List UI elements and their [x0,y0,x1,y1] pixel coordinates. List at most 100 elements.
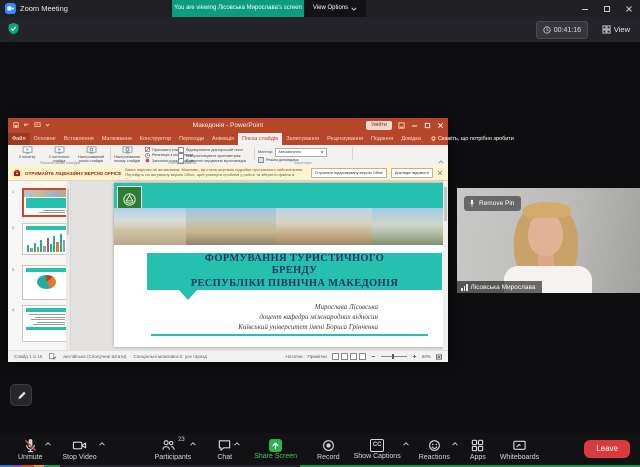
apps-button[interactable]: Apps [470,438,486,461]
rehearse-icon [145,153,150,158]
encryption-shield-icon[interactable] [7,22,20,36]
viewing-screen-banner: You are viewing Лісовська Мирослава's sc… [172,0,304,17]
thumbnail-scrollbar[interactable] [66,181,70,350]
author-name: Мирослава Лісовська [238,302,378,312]
ribbon-slideshow: З початку З поточного слайда Настроювани… [8,145,448,167]
participants-options-caret[interactable] [189,441,197,447]
reactions-button[interactable]: Reactions [419,438,450,461]
tab-home[interactable]: Основне [30,133,60,145]
ribbon-display-options-icon[interactable] [398,122,405,129]
campus-photo [114,208,186,245]
slide-thumbnail-4[interactable] [22,305,70,342]
leave-button[interactable]: Leave [584,440,630,458]
tab-review[interactable]: Рецензування [323,133,367,145]
fit-slide-icon[interactable] [436,354,442,360]
stop-video-button[interactable]: Stop Video [63,438,97,461]
zoom-slider[interactable] [381,356,407,357]
apps-icon [470,438,485,453]
accessibility-status[interactable]: Спеціальні можливості: усе гаразд [133,354,207,359]
view-mode-buttons[interactable] [332,353,366,360]
close-icon[interactable] [618,0,640,17]
participants-button[interactable]: 23 Participants [155,438,192,461]
captions-options-caret[interactable] [402,441,410,447]
meeting-info-bar: 00:41:16 View [0,17,640,42]
chat-icon [217,438,232,453]
comments-button[interactable]: Примітки [308,354,327,359]
zoom-toolbar: Unmute Stop Video 23 Participants Chat S… [0,433,640,465]
get-genuine-office-button[interactable]: Отримати підтримувану версію Office [311,168,387,178]
quick-access-toolbar[interactable] [13,122,50,128]
lightbulb-icon [431,136,436,142]
learn-more-button[interactable]: Докладні відомості [391,168,433,178]
view-layout-button[interactable]: View [598,21,634,37]
tab-insert[interactable]: Вставлення [60,133,98,145]
chat-options-caret[interactable] [233,441,241,447]
collapse-ribbon-icon[interactable] [438,160,444,164]
mini-pie-chart [37,275,56,289]
dismiss-warning-icon[interactable] [437,170,443,176]
canvas-scrollbar[interactable] [443,181,448,350]
slide-counter: Слайд 1 із 15 [14,354,42,359]
share-screen-icon [269,439,282,452]
whiteboards-button[interactable]: Whiteboards [500,438,539,461]
record-button[interactable]: Record [317,438,340,461]
tab-transitions[interactable]: Переходи [175,133,208,145]
unmute-button[interactable]: Unmute [18,438,43,461]
tell-me-box[interactable]: Скажіть, що потрібно зробити [431,133,514,145]
unmute-options-caret[interactable] [44,441,52,447]
sign-in-button[interactable]: Увійти [366,121,392,130]
tab-recording[interactable]: Записування [282,133,323,145]
share-screen-button[interactable]: Share Screen [254,438,297,460]
slide-thumbnail-3[interactable] [22,265,70,300]
show-captions-button[interactable]: CC Show Captions [354,438,401,460]
tab-animations[interactable]: Анімація [208,133,238,145]
tab-view[interactable]: Подання [367,133,397,145]
hide-slide-icon [145,147,150,152]
monitor-dropdown[interactable]: Автоматично [275,148,327,157]
tab-file[interactable]: Файл [8,133,30,145]
group-label-start: Почати показ слайдів [12,160,108,165]
slide-author-block: Мирослава Лісовська доцент кафедри міжна… [238,302,378,332]
remove-pin-button[interactable]: Remove Pin [464,196,521,211]
slide-title-line: БРЕНДУ [272,265,317,277]
maximize-icon[interactable] [596,0,618,17]
tab-draw[interactable]: Малювання [98,133,136,145]
pencil-icon [16,390,27,401]
participants-icon [161,438,176,453]
notes-button[interactable]: Нотатки [286,354,303,359]
participant-name-tag: Лісовська Мирослава [457,281,542,293]
slide-title-block: ФОРМУВАННЯ ТУРИСТИЧНОГО БРЕНДУ РЕСПУБЛІК… [147,253,442,290]
thumb-number: 2 [12,225,14,230]
tab-help[interactable]: Довідка [397,133,425,145]
slide-thumbnail-2[interactable] [22,223,70,255]
video-options-caret[interactable] [98,441,106,447]
ppt-minimize-icon[interactable] [411,122,418,129]
warning-text: Ваша ліцензія не активована. Можливо, ви… [125,167,307,179]
ppt-titlebar: Македонія - PowerPoint Увійти [8,118,448,132]
mic-muted-icon [23,438,38,453]
zoom-in-icon[interactable] [412,354,417,359]
whiteboard-icon [512,438,527,453]
view-options-button[interactable]: View Options [304,0,366,17]
zoom-percentage[interactable]: 60% [422,354,431,359]
reactions-options-caret[interactable] [451,441,459,447]
tab-design[interactable]: Конструктор [136,133,175,145]
zoom-out-icon[interactable] [371,354,376,359]
zoom-logo-icon [5,3,16,14]
slide-thumbnail-1[interactable] [22,188,70,217]
office-license-warning-bar: ОТРИМАЙТЕ ЛІЦЕНЗІЙНУ ВЕРСІЮ OFFICE Ваша … [8,166,448,181]
thumb-number: 3 [12,267,14,272]
undo-icon [23,122,30,128]
tab-slideshow-active[interactable]: Показ слайдів [238,133,282,145]
from-beginning-button[interactable]: З початку [12,146,42,159]
qat-dropdown-icon [45,123,50,127]
thumb-number: 1 [12,189,14,194]
campus-photo [276,208,372,245]
ppt-close-icon[interactable] [437,122,444,129]
chat-button[interactable]: Chat [217,438,232,461]
language-indicator[interactable]: англійська (Сполучені Штати) [63,354,126,359]
annotate-button[interactable] [10,384,32,406]
mini-bar-chart [27,234,65,252]
minimize-icon[interactable] [574,0,596,17]
ppt-maximize-icon[interactable] [424,122,431,129]
